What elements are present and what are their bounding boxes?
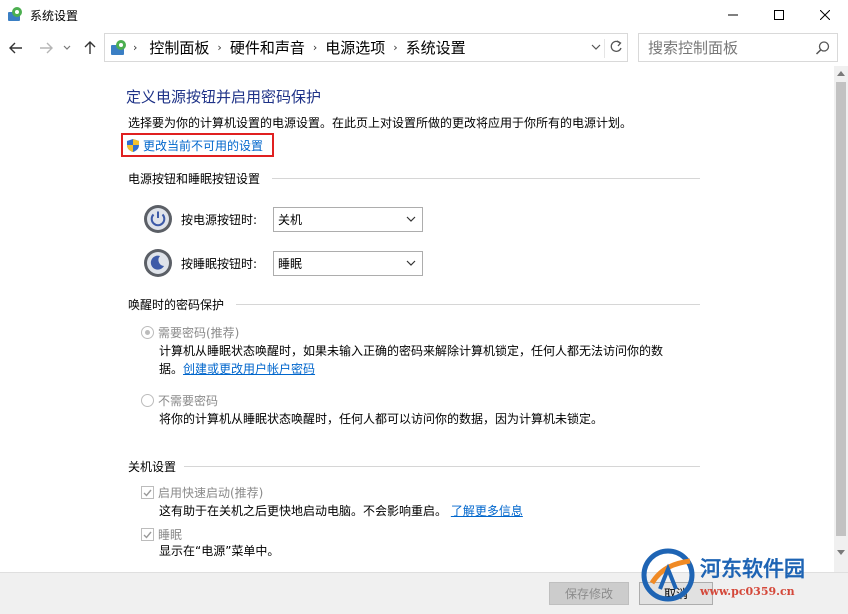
recent-locations-button[interactable] [60, 38, 74, 58]
no-password-label: 不需要密码 [158, 394, 219, 408]
chevron-down-icon [591, 44, 601, 50]
maximize-icon [774, 10, 784, 20]
fast-startup-option[interactable]: 启用快速启动(推荐) [141, 484, 263, 501]
sleep-button-select[interactable]: 睡眠 [273, 250, 423, 276]
breadcrumb-separator: › [393, 41, 398, 54]
sleep-option-label: 睡眠 [158, 528, 183, 542]
up-button[interactable] [80, 38, 100, 58]
watermark-title: 河东软件园 [700, 555, 805, 581]
sleep-button-label: 按睡眠按钮时: [181, 256, 258, 271]
search-icon[interactable] [815, 40, 831, 56]
create-change-password-link[interactable]: 创建或更改用户帐户密码 [183, 362, 315, 376]
power-button-value: 关机 [278, 212, 303, 227]
maximize-button[interactable] [756, 0, 802, 30]
breadcrumb-item-power-options[interactable]: 电源选项 [325, 37, 385, 58]
minimize-icon [728, 14, 738, 16]
no-password-description: 将你的计算机从睡眠状态唤醒时，任何人都可以访问你的数据，因为计算机未锁定。 [159, 412, 604, 426]
power-icon [144, 205, 172, 233]
fast-startup-label: 启用快速启动(推荐) [158, 486, 264, 500]
section-title-password: 唤醒时的密码保护 [128, 298, 225, 312]
power-button-row: 按电源按钮时: 关机 [143, 204, 423, 234]
watermark-text: 河东软件园 www.pc0359.cn [700, 553, 805, 598]
sleep-button-value: 睡眠 [278, 256, 303, 271]
breadcrumb-item-control-panel[interactable]: 控制面板 [149, 37, 209, 58]
no-password-option[interactable]: 不需要密码 [141, 392, 218, 409]
arrow-left-icon [9, 42, 22, 54]
watermark-url: www.pc0359.cn [700, 584, 795, 598]
require-password-desc-line-2: 据。创建或更改用户帐户密码 [159, 360, 663, 378]
require-password-desc-end: 据。 [159, 362, 184, 376]
power-button-select[interactable]: 关机 [273, 206, 423, 232]
require-password-radio[interactable] [141, 326, 154, 339]
search-box [638, 33, 838, 62]
breadcrumb-item-hardware-sound[interactable]: 硬件和声音 [230, 37, 305, 58]
section-divider [236, 304, 700, 305]
back-button[interactable] [6, 38, 26, 58]
window-controls [710, 0, 848, 30]
sleep-button-row: 按睡眠按钮时: 睡眠 [143, 248, 423, 278]
forward-button[interactable] [36, 38, 56, 58]
breadcrumb-separator: › [312, 41, 318, 54]
checkmark-icon [143, 489, 152, 497]
fast-startup-checkbox[interactable] [141, 486, 154, 499]
arrow-up-icon [84, 41, 96, 54]
power-button-label: 按电源按钮时: [181, 212, 258, 227]
vertical-scrollbar[interactable] [834, 66, 848, 572]
watermark-logo-icon [641, 548, 695, 602]
breadcrumb: 控制面板 › 硬件和声音 › 电源选项 › 系统设置 [149, 37, 465, 58]
scrollbar-thumb[interactable] [836, 82, 846, 536]
learn-more-link[interactable]: 了解更多信息 [451, 504, 523, 518]
search-input[interactable] [648, 38, 818, 57]
address-bar[interactable]: › 控制面板 › 硬件和声音 › 电源选项 › 系统设置 [104, 33, 628, 62]
uac-shield-icon [127, 138, 139, 152]
sleep-option[interactable]: 睡眠 [141, 526, 182, 543]
chevron-down-icon [406, 260, 416, 266]
require-password-label: 需要密码(推荐) [158, 326, 240, 340]
fast-startup-desc-text: 这有助于在关机之后更快地启动电脑。不会影响重启。 [159, 504, 448, 518]
control-panel-icon [8, 7, 22, 21]
change-unavailable-settings-link[interactable]: 更改当前不可用的设置 [143, 137, 263, 154]
require-password-desc-line-1: 计算机从睡眠状态唤醒时，如果未输入正确的密码来解除计算机锁定，任何人都无法访问你… [159, 344, 664, 358]
change-settings-highlight: 更改当前不可用的设置 [121, 133, 274, 157]
section-title-shutdown: 关机设置 [128, 460, 177, 474]
breadcrumb-item-system-settings[interactable]: 系统设置 [406, 37, 466, 58]
minimize-button[interactable] [710, 0, 756, 30]
page-title: 定义电源按钮并启用密码保护 [126, 88, 322, 106]
address-history-dropdown[interactable] [591, 40, 601, 57]
close-button[interactable] [802, 0, 848, 30]
no-password-radio[interactable] [141, 394, 154, 407]
sleep-icon [144, 249, 172, 277]
section-title-power: 电源按钮和睡眠按钮设置 [128, 172, 261, 186]
main-content: 定义电源按钮并启用密码保护 选择要为你的计算机设置的电源设置。在此页上对设置所做… [0, 66, 834, 572]
require-password-option[interactable]: 需要密码(推荐) [141, 324, 239, 341]
control-panel-icon [111, 39, 126, 55]
chevron-down-icon [406, 216, 416, 222]
save-changes-button[interactable]: 保存修改 [549, 582, 629, 605]
fast-startup-description: 这有助于在关机之后更快地启动电脑。不会影响重启。 了解更多信息 [159, 502, 523, 520]
chevron-down-icon [63, 45, 71, 50]
sleep-checkbox[interactable] [141, 528, 154, 541]
section-divider [184, 466, 700, 467]
title-bar: 系统设置 [0, 0, 848, 30]
sleep-option-description: 显示在“电源”菜单中。 [159, 544, 280, 558]
breadcrumb-separator: › [217, 41, 222, 54]
breadcrumb-separator: › [133, 41, 138, 54]
refresh-icon [610, 40, 622, 52]
close-icon [820, 10, 830, 20]
scroll-up-icon[interactable] [837, 70, 845, 76]
watermark: 河东软件园 www.pc0359.cn [640, 542, 844, 608]
page-description: 选择要为你的计算机设置的电源设置。在此页上对设置所做的更改将应用于你所有的电源计… [128, 116, 633, 130]
require-password-description: 计算机从睡眠状态唤醒时，如果未输入正确的密码来解除计算机锁定，任何人都无法访问你… [159, 342, 663, 378]
arrow-right-icon [40, 42, 53, 54]
window-title: 系统设置 [30, 8, 79, 23]
refresh-button[interactable] [604, 39, 623, 58]
section-divider [272, 178, 700, 179]
checkmark-icon [143, 531, 152, 539]
